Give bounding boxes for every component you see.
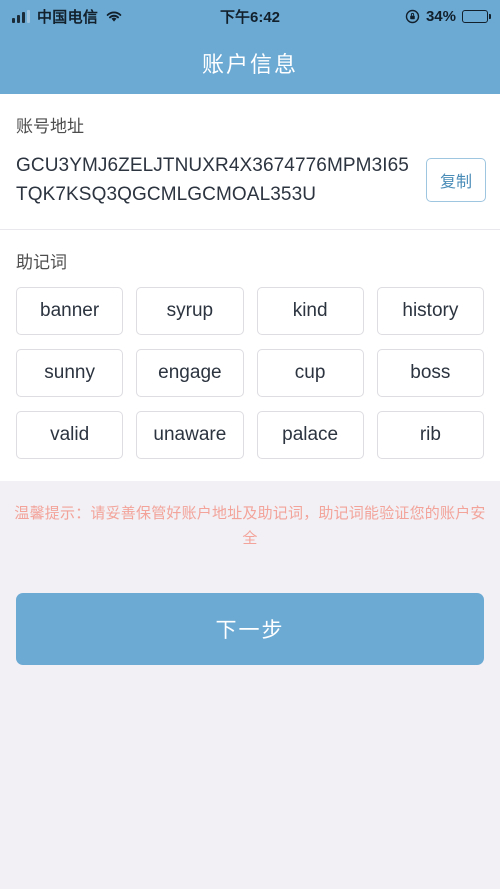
footer-actions: 下一步 bbox=[0, 551, 500, 665]
mnemonic-word-chip: valid bbox=[16, 411, 124, 459]
signal-bars-icon bbox=[12, 9, 30, 23]
mnemonic-word-chip: palace bbox=[256, 411, 364, 459]
mnemonic-word-chip: engage bbox=[136, 349, 244, 397]
mnemonic-word-chip: sunny bbox=[16, 349, 124, 397]
account-address-label: 账号地址 bbox=[16, 117, 84, 136]
mnemonic-word-chip: kind bbox=[256, 287, 364, 335]
status-bar: 中国电信 下午6:42 34% bbox=[0, 0, 500, 32]
mnemonic-word-chip: unaware bbox=[136, 411, 244, 459]
account-address-row: GCU3YMJ6ZELJTNUXR4X3674776MPM3I65TQK7KSQ… bbox=[0, 151, 500, 209]
page-title: 账户信息 bbox=[201, 52, 298, 77]
mnemonic-word-chip: syrup bbox=[136, 287, 244, 335]
mnemonic-word-grid: banner syrup kind history sunny engage c… bbox=[0, 287, 500, 481]
mnemonic-word-chip: rib bbox=[376, 411, 484, 459]
mnemonic-word-chip: cup bbox=[256, 349, 364, 397]
security-warning-text: 温馨提示：请妥善保管好账户地址及助记词，助记词能验证您的账户安全 bbox=[14, 505, 486, 547]
account-card: 账号地址 GCU3YMJ6ZELJTNUXR4X3674776MPM3I65TQ… bbox=[0, 94, 500, 481]
account-address-value: GCU3YMJ6ZELJTNUXR4X3674776MPM3I65TQK7KSQ… bbox=[16, 155, 409, 205]
next-step-button[interactable]: 下一步 bbox=[16, 593, 484, 665]
status-bar-right: 34% bbox=[405, 7, 491, 25]
mnemonic-word-chip: boss bbox=[376, 349, 484, 397]
mnemonic-label: 助记词 bbox=[16, 253, 67, 272]
status-bar-left: 中国电信 bbox=[12, 6, 123, 27]
carrier-label: 中国电信 bbox=[37, 8, 99, 26]
main-content: 账号地址 GCU3YMJ6ZELJTNUXR4X3674776MPM3I65TQ… bbox=[0, 94, 500, 889]
phone-screen: 中国电信 下午6:42 34% 账户信息 账号地址 GCU3YMJ6ZELJTN… bbox=[0, 0, 500, 889]
rotation-lock-icon bbox=[405, 9, 420, 24]
battery-percentage: 34% bbox=[425, 7, 456, 25]
app-header: 账户信息 bbox=[0, 32, 500, 94]
mnemonic-word-chip: history bbox=[376, 287, 484, 335]
copy-address-button[interactable]: 复制 bbox=[425, 158, 486, 202]
mnemonic-word-chip: banner bbox=[16, 287, 124, 335]
battery-icon bbox=[462, 9, 491, 23]
wifi-icon bbox=[105, 9, 123, 23]
